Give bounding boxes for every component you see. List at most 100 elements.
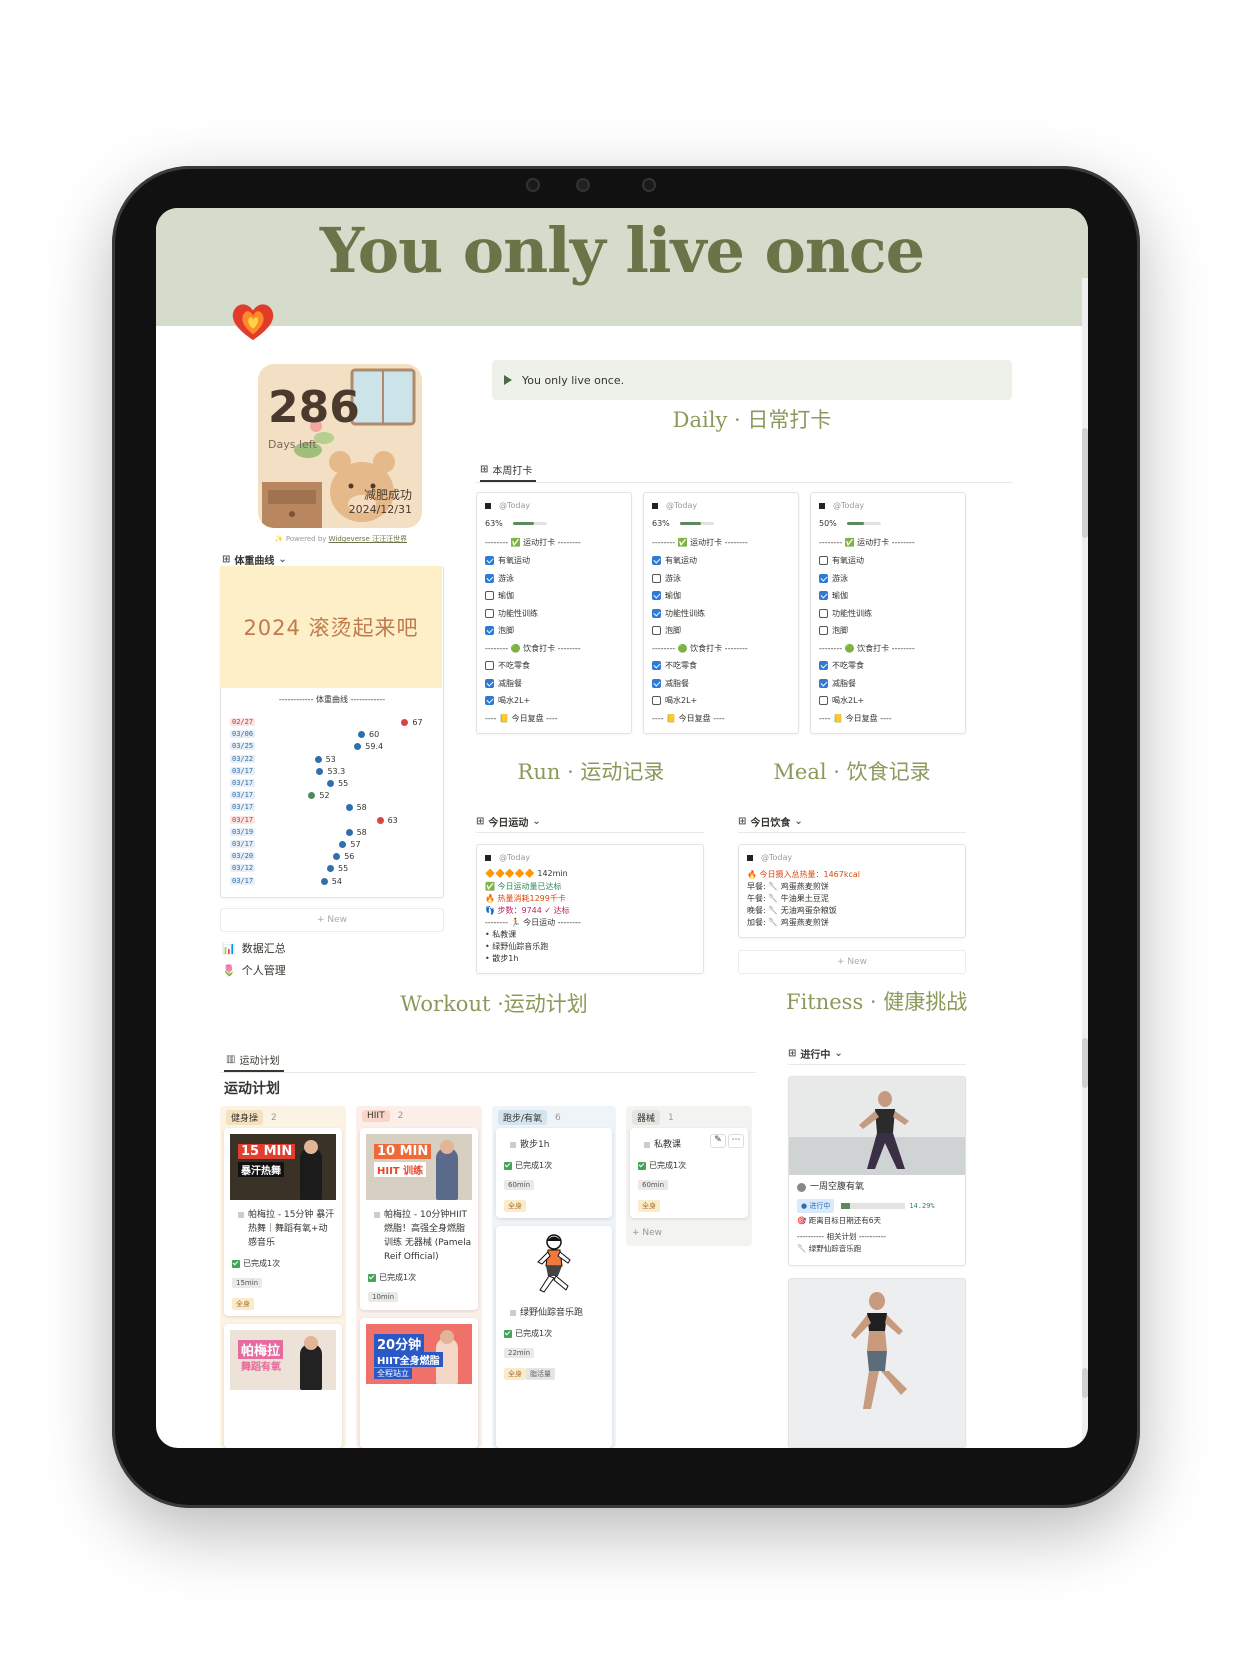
link-personal-management[interactable]: 🌷 个人管理 bbox=[222, 962, 286, 978]
daily-checkin-card[interactable]: @Today 63% -------- ✅ 运动打卡 -------- 有氧运动 游泳瑜… bbox=[476, 492, 632, 734]
daily-checkin-card[interactable]: @Today 50% -------- ✅ 运动打卡 -------- 有氧运动 游泳瑜… bbox=[810, 492, 966, 734]
checkbox[interactable] bbox=[819, 696, 828, 705]
fitness-card-2[interactable] bbox=[788, 1278, 966, 1448]
meal-view-tab[interactable]: ⊞ 今日饮食 ⌄ bbox=[738, 814, 803, 829]
checkin-item[interactable]: 有氧运动 bbox=[652, 555, 697, 566]
workout-card[interactable]: 散步1h 已完成1次 60min 全身 bbox=[496, 1128, 612, 1218]
checkin-item[interactable]: 功能性训练 bbox=[819, 608, 872, 619]
checkbox[interactable] bbox=[485, 591, 494, 600]
checkin-item[interactable]: 瑜伽 bbox=[819, 590, 848, 601]
meal-new-button[interactable]: + New bbox=[738, 950, 966, 974]
checkin-item[interactable]: 瑜伽 bbox=[485, 590, 514, 601]
fitness-card[interactable]: 一周空腹有氧 ● 进行中 14.29% 🎯 距离目标日期还有6天 -------… bbox=[788, 1076, 966, 1266]
page-scrollbar[interactable] bbox=[1082, 278, 1088, 1448]
checkbox[interactable] bbox=[485, 556, 494, 565]
checkbox[interactable] bbox=[819, 608, 828, 618]
edit-icon[interactable]: ✎ bbox=[710, 1134, 726, 1148]
checkbox[interactable] bbox=[652, 556, 661, 565]
checkin-item[interactable]: 功能性训练 bbox=[652, 608, 705, 619]
workout-card[interactable]: 绿野仙踪音乐跑 已完成1次 22min 全身 脂活量 bbox=[496, 1226, 612, 1448]
checkin-item[interactable]: 有氧运动 bbox=[819, 555, 864, 566]
workout-card[interactable]: 15 MIN 暴汗热舞 帕梅拉 - 15分钟 暴汗热舞｜舞蹈有氧+动感音乐 已完成1次… bbox=[224, 1128, 342, 1316]
checkbox[interactable] bbox=[652, 678, 661, 688]
run-view-tab[interactable]: ⊞ 今日运动 ⌄ bbox=[476, 814, 541, 829]
weight-point[interactable] bbox=[314, 755, 322, 763]
checkbox[interactable] bbox=[819, 661, 828, 670]
checkin-item[interactable]: 泡脚 bbox=[485, 625, 514, 636]
diet-item[interactable]: 不吃零食 bbox=[485, 660, 530, 671]
checkin-item[interactable]: 泡脚 bbox=[819, 625, 848, 636]
checkin-item[interactable]: 功能性训练 bbox=[485, 608, 538, 619]
weight-point[interactable] bbox=[316, 767, 324, 775]
weight-point[interactable] bbox=[345, 828, 353, 836]
board-new-button[interactable]: + New bbox=[632, 1228, 662, 1238]
diet-item[interactable]: 喝水2L+ bbox=[652, 695, 697, 706]
weight-new-button[interactable]: + New bbox=[220, 908, 444, 932]
fitness-view-tab[interactable]: ⊞ 进行中 ⌄ bbox=[788, 1046, 843, 1061]
daily-view-tab[interactable]: ⊞ 本周打卡 bbox=[480, 462, 532, 477]
checkbox[interactable] bbox=[652, 591, 661, 600]
checkbox[interactable] bbox=[485, 661, 494, 670]
diet-item[interactable]: 不吃零食 bbox=[652, 660, 697, 671]
weight-point[interactable] bbox=[376, 816, 384, 824]
checkbox[interactable] bbox=[652, 608, 661, 618]
link-data-summary[interactable]: 📊 数据汇总 bbox=[222, 940, 286, 956]
more-icon[interactable]: ⋯ bbox=[728, 1134, 744, 1148]
checkin-item[interactable]: 泡脚 bbox=[652, 625, 681, 636]
scrollbar-thumb[interactable] bbox=[1082, 428, 1088, 538]
weight-point[interactable] bbox=[327, 780, 334, 787]
checkbox[interactable] bbox=[819, 573, 828, 583]
daily-checkin-card[interactable]: @Today 63% -------- ✅ 运动打卡 -------- 有氧运动 游泳瑜… bbox=[643, 492, 799, 734]
weight-point[interactable] bbox=[320, 877, 328, 885]
weight-point[interactable] bbox=[339, 841, 347, 848]
weight-point[interactable] bbox=[333, 853, 341, 861]
scrollbar-thumb[interactable] bbox=[1082, 1368, 1088, 1398]
checkbox[interactable] bbox=[485, 678, 494, 688]
scrollbar-thumb[interactable] bbox=[1082, 1038, 1088, 1088]
checkbox[interactable] bbox=[819, 626, 828, 635]
workout-view-tab[interactable]: ▥ 运动计划 bbox=[226, 1052, 279, 1067]
weight-point[interactable] bbox=[327, 865, 334, 873]
run-card[interactable]: @Today 🔶🔶🔶🔶🔶 142min ✅ 今日运动量已达标 🔥 热量消耗1299千… bbox=[476, 844, 704, 974]
checkin-item[interactable]: 瑜伽 bbox=[652, 590, 681, 601]
checkbox[interactable] bbox=[485, 696, 494, 705]
checkbox[interactable] bbox=[485, 608, 494, 618]
checkbox[interactable] bbox=[652, 661, 661, 670]
diet-item[interactable]: 减脂餐 bbox=[819, 678, 856, 689]
workout-card[interactable]: 帕梅拉 舞蹈有氧 bbox=[224, 1324, 342, 1448]
weight-point[interactable] bbox=[401, 719, 409, 726]
fitness-plan-item[interactable]: 🥄 绿野仙踪音乐跑 bbox=[797, 1243, 861, 1255]
meal-card[interactable]: @Today 🔥 今日摄入总热量：1467kcal 早餐: 🥄 鸡蛋燕麦煎饼 午餐:… bbox=[738, 844, 966, 938]
checkbox[interactable] bbox=[485, 573, 494, 583]
diet-item[interactable]: 喝水2L+ bbox=[819, 695, 864, 706]
column-header[interactable]: 器械 1 bbox=[626, 1106, 752, 1129]
weight-point[interactable] bbox=[308, 792, 316, 800]
diet-item[interactable]: 喝水2L+ bbox=[485, 695, 530, 706]
checkbox[interactable] bbox=[819, 678, 828, 688]
checkin-item[interactable]: 游泳 bbox=[819, 573, 848, 584]
checkin-item[interactable]: 游泳 bbox=[652, 573, 681, 584]
checkbox[interactable] bbox=[819, 556, 828, 565]
checkbox[interactable] bbox=[485, 626, 494, 635]
checkbox[interactable] bbox=[652, 696, 661, 705]
column-header[interactable]: 跑步/有氧 6 bbox=[492, 1106, 616, 1129]
checkbox[interactable] bbox=[819, 591, 828, 600]
workout-card[interactable]: 私教课 已完成1次 60min 全身 ✎ ⋯ bbox=[630, 1128, 748, 1218]
column-header[interactable]: 健身操 2 bbox=[220, 1106, 346, 1129]
checkin-item[interactable]: 有氧运动 bbox=[485, 555, 530, 566]
column-header[interactable]: HIIT 2 bbox=[356, 1106, 482, 1126]
diet-item[interactable]: 不吃零食 bbox=[819, 660, 864, 671]
weight-point[interactable] bbox=[345, 804, 353, 812]
workout-card[interactable]: 10 MIN HIIT 训练 帕梅拉 - 10分钟HIIT燃脂！高强全身燃脂训练 无… bbox=[360, 1128, 478, 1310]
checkbox[interactable] bbox=[652, 573, 661, 583]
weight-point[interactable] bbox=[358, 731, 365, 739]
diet-item[interactable]: 减脂餐 bbox=[652, 678, 689, 689]
workout-card[interactable]: 20分钟 HIIT全身燃脂 全程站立 bbox=[360, 1318, 478, 1448]
toggle-triangle-icon[interactable] bbox=[504, 375, 512, 385]
checkin-item[interactable]: 游泳 bbox=[485, 573, 514, 584]
weight-point[interactable] bbox=[354, 743, 362, 751]
toggle-callout[interactable]: You only live once. bbox=[492, 360, 1012, 400]
checkbox[interactable] bbox=[652, 626, 661, 635]
diet-item[interactable]: 减脂餐 bbox=[485, 678, 522, 689]
video-thumbnail: 10 MIN HIIT 训练 bbox=[366, 1134, 472, 1200]
